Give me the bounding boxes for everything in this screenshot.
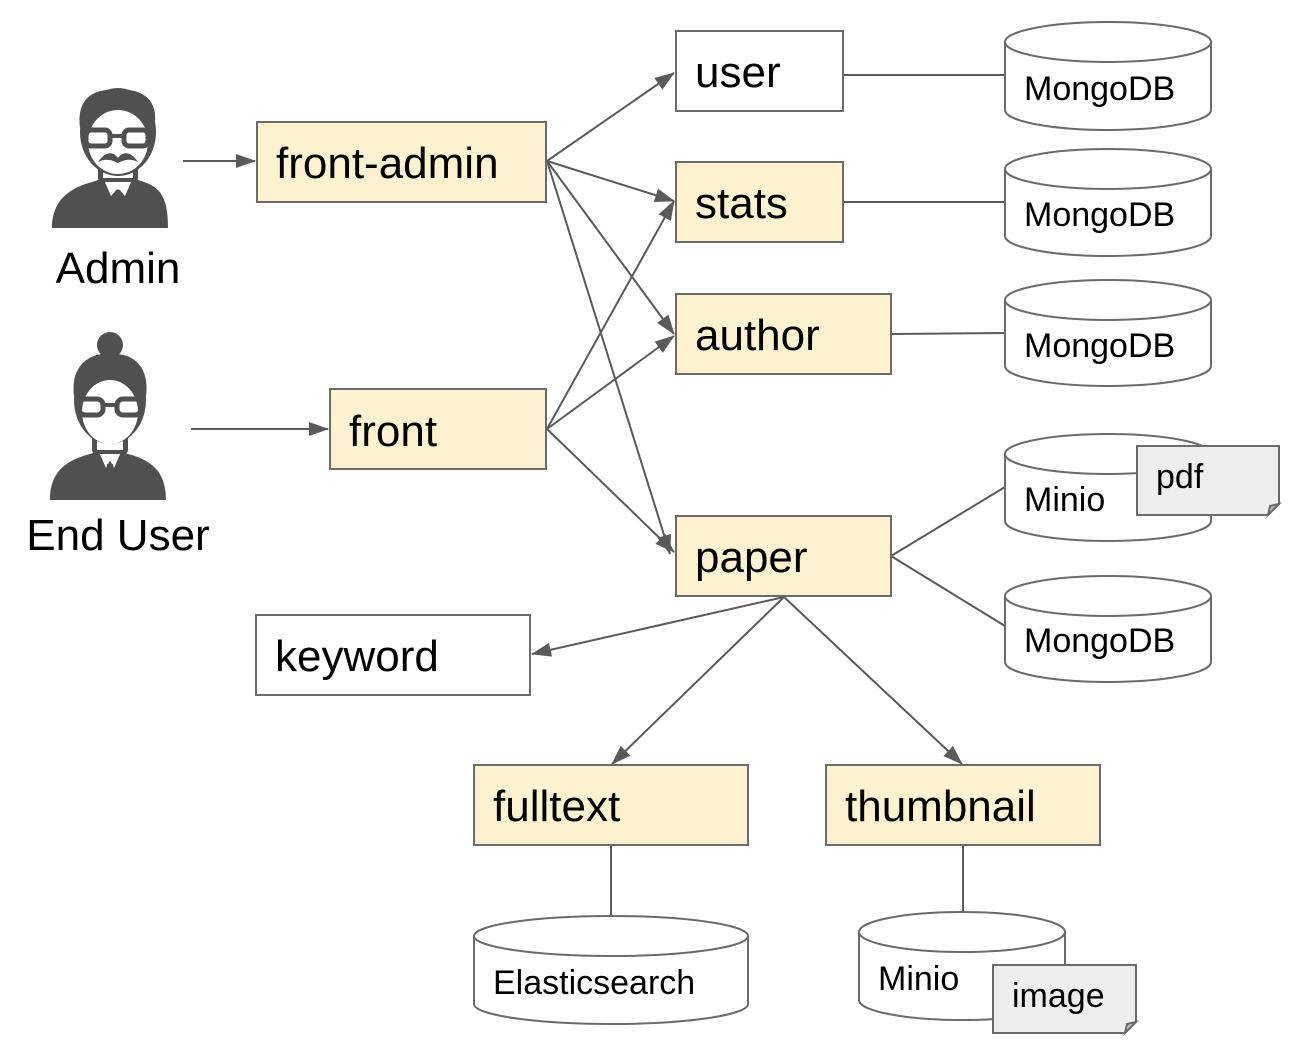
service-keyword[interactable]: keyword: [255, 614, 531, 696]
db-thumbnail-minio[interactable]: Minio image: [858, 911, 1140, 1037]
actor-admin-label: Admin: [56, 244, 181, 293]
service-author[interactable]: author: [675, 293, 892, 375]
service-stats[interactable]: stats: [675, 161, 844, 243]
db-paper-minio-label: Minio: [1024, 481, 1105, 519]
edge-front-stats: [546, 200, 675, 430]
db-stats-mongodb-label: MongoDB: [1024, 196, 1175, 234]
db-author-mongodb-label: MongoDB: [1024, 327, 1175, 365]
edge-front-admin-stats: [546, 160, 675, 202]
edge-paper-fulltext: [611, 596, 785, 765]
service-fulltext-label: fulltext: [493, 782, 620, 831]
service-author-label: author: [695, 311, 820, 360]
actor-admin: Admin: [52, 88, 180, 293]
service-stats-label: stats: [695, 179, 788, 228]
service-paper-label: paper: [695, 533, 808, 582]
image-document-icon: image: [992, 964, 1140, 1037]
db-paper-minio[interactable]: Minio pdf: [1004, 433, 1283, 542]
db-paper-mongodb[interactable]: MongoDB: [1004, 575, 1212, 683]
edge-paper-keyword: [531, 596, 785, 657]
architecture-diagram: Admin End User front-admin front user st…: [26, 21, 1283, 1037]
service-front-label: front: [349, 407, 437, 456]
end-user-person-icon: [50, 332, 166, 500]
pdf-document-label: pdf: [1156, 458, 1204, 496]
pdf-document-icon: pdf: [1136, 445, 1283, 519]
service-thumbnail-label: thumbnail: [845, 782, 1036, 831]
edge-author-mongodb: [890, 332, 1006, 335]
service-user-label: user: [695, 48, 781, 97]
edge-front-admin-author: [546, 160, 675, 335]
edge-front-admin-user: [546, 72, 675, 162]
service-thumbnail[interactable]: thumbnail: [825, 764, 1101, 846]
service-user[interactable]: user: [675, 30, 844, 112]
edge-paper-mongodb: [890, 555, 1006, 627]
edge-paper-thumbnail: [783, 596, 963, 765]
db-paper-mongodb-label: MongoDB: [1024, 622, 1175, 660]
db-fulltext-elasticsearch[interactable]: Elasticsearch: [473, 915, 749, 1025]
service-fulltext[interactable]: fulltext: [473, 764, 749, 846]
actor-end-user-label: End User: [26, 511, 209, 560]
service-paper[interactable]: paper: [675, 515, 892, 597]
db-user-mongodb[interactable]: MongoDB: [1004, 21, 1212, 131]
service-front-admin-label: front-admin: [276, 139, 499, 188]
image-document-label: image: [1012, 977, 1105, 1015]
db-elasticsearch-label: Elasticsearch: [493, 964, 695, 1002]
actor-end-user: End User: [26, 332, 210, 560]
db-thumbnail-minio-label: Minio: [878, 960, 959, 998]
admin-person-icon: [52, 88, 168, 228]
service-keyword-label: keyword: [275, 632, 439, 681]
db-user-mongodb-label: MongoDB: [1024, 70, 1175, 108]
edge-paper-minio: [890, 486, 1006, 557]
service-front-admin[interactable]: front-admin: [256, 121, 547, 203]
db-author-mongodb[interactable]: MongoDB: [1004, 279, 1212, 387]
edge-front-admin-paper: [546, 160, 672, 555]
service-front[interactable]: front: [329, 388, 547, 470]
edge-front-paper: [546, 428, 675, 553]
edge-front-author: [546, 335, 675, 430]
db-stats-mongodb[interactable]: MongoDB: [1004, 148, 1212, 257]
